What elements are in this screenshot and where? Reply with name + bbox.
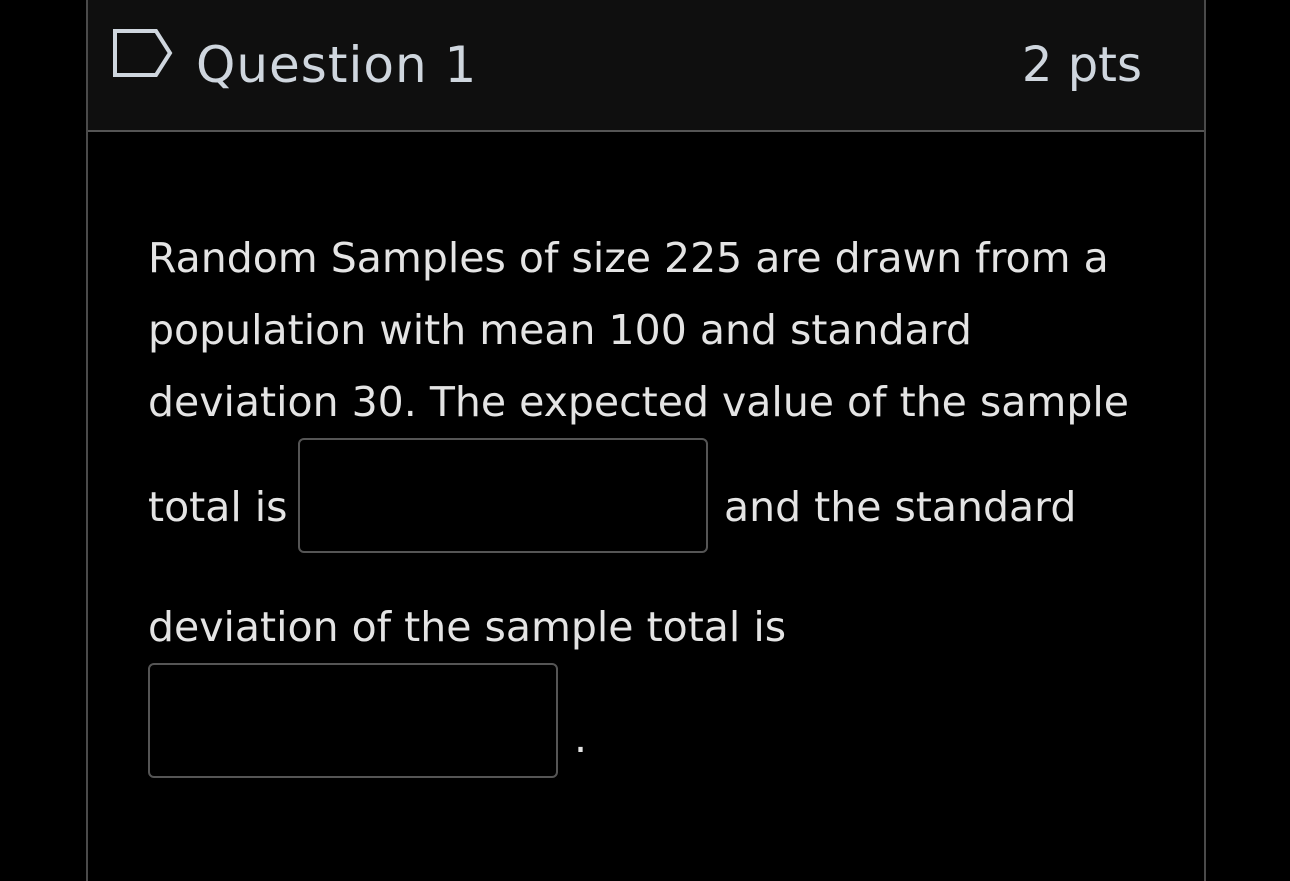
question-text-line-5: deviation of the sample total is [148,603,787,651]
question-card: Question 1 2 pts Random Samples of size … [86,0,1206,881]
question-text-line-4b: and the standard [724,483,1077,531]
question-text-line-4a: total is [148,483,288,531]
question-text-line-3: deviation 30. The expected value of the … [148,378,1129,426]
question-text-line-1: Random Samples of size 225 are drawn fro… [148,234,1109,282]
question-text-line-2: population with mean 100 and standard [148,306,972,354]
end-period: . [574,714,588,762]
question-title: Question 1 [196,36,478,94]
answer-input-expected-value[interactable] [298,438,708,553]
answer-input-standard-deviation[interactable] [148,663,558,778]
flag-icon[interactable] [112,28,174,78]
question-header: Question 1 2 pts [88,0,1204,132]
question-points: 2 pts [1021,37,1142,93]
